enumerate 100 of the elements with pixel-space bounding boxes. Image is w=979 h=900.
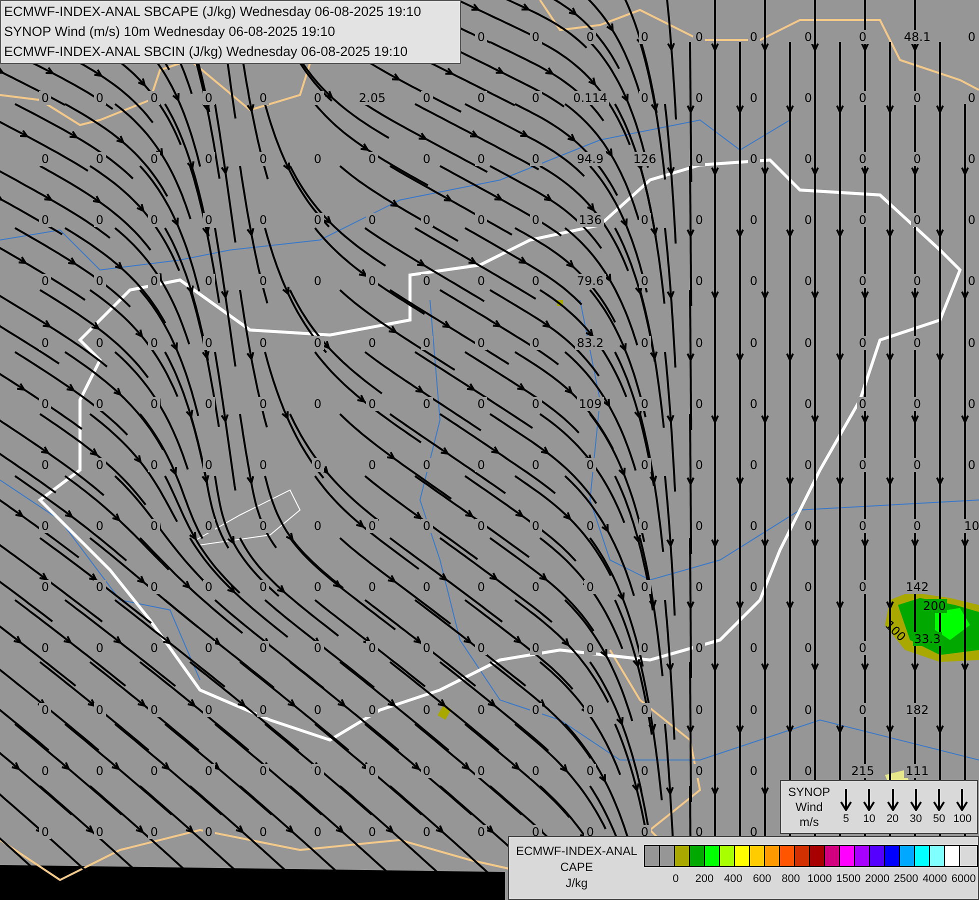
cape-value: 0 <box>94 702 106 717</box>
cape-value: 0 <box>420 519 433 534</box>
cape-value: 0 <box>530 336 542 350</box>
cape-value: 0 <box>39 825 52 840</box>
cape-value: 0 <box>584 519 596 534</box>
speed-label: 20 <box>886 812 899 826</box>
cape-value: 0 <box>856 641 869 656</box>
cape-value: 0 <box>748 336 760 350</box>
cape-value: 0 <box>856 580 869 594</box>
cape-value: 0 <box>748 90 760 105</box>
cape-value: 0 <box>202 274 215 288</box>
cape-value: 0 <box>584 458 596 472</box>
cape-value: 0 <box>638 396 651 411</box>
cape-value: 0 <box>94 764 106 778</box>
cape-value: 0 <box>420 274 433 288</box>
title-line: ECMWF-INDEX-ANAL SBCIN (J/kg) Wednesday 06-08-2025 19:10 <box>4 43 409 61</box>
cape-value: 111 <box>904 764 931 778</box>
cape-value: 0 <box>366 641 378 656</box>
cape-value: 0 <box>94 213 106 228</box>
speed-label: 10 <box>863 812 876 826</box>
cape-value: 0 <box>39 396 52 411</box>
cape-value: 0 <box>530 641 542 656</box>
cape-value: 0 <box>802 90 814 105</box>
cape-value: 109 <box>576 396 604 411</box>
cape-value: 0 <box>638 702 651 717</box>
cape-value: 0 <box>366 825 378 840</box>
cape-value: 0 <box>202 213 215 228</box>
speed-label: 5 <box>842 812 850 826</box>
cape-value: 0 <box>202 152 215 166</box>
cape-value: 0 <box>966 396 978 411</box>
cape-value: 79.6 <box>574 274 606 288</box>
cape-value: 0 <box>94 90 106 105</box>
legend-label: ECMWF-INDEX-ANAL <box>516 843 638 859</box>
cape-value: 0 <box>39 580 52 594</box>
cape-value: 0 <box>748 458 760 472</box>
cape-value: 0 <box>312 702 324 717</box>
cape-value: 0 <box>202 825 215 840</box>
cape-value: 0 <box>530 458 542 472</box>
legend-label: J/kg <box>566 875 588 891</box>
tick-label: 600 <box>752 873 772 886</box>
cape-value: 0 <box>366 396 378 411</box>
cape-value: 0 <box>366 702 378 717</box>
cape-value: 0 <box>94 396 106 411</box>
cape-value: 0 <box>856 152 869 166</box>
speed-label: 100 <box>953 812 972 826</box>
cape-value: 0 <box>475 641 488 656</box>
cape-value: 0 <box>748 764 760 778</box>
cape-value: 0 <box>584 764 596 778</box>
cape-value: 0 <box>420 702 433 717</box>
cape-value: 136 <box>576 213 604 228</box>
cape-value: 0 <box>202 764 215 778</box>
cape-value: 0 <box>693 213 706 228</box>
tick-label: 400 <box>724 873 742 886</box>
cape-value: 0 <box>39 641 52 656</box>
cape-value: 0 <box>39 458 52 472</box>
cape-value: 0 <box>584 702 596 717</box>
cape-value: 0 <box>257 519 270 534</box>
cape-value: 0 <box>148 702 160 717</box>
cape-value: 0 <box>911 152 924 166</box>
cape-value: 0 <box>420 396 433 411</box>
cape-value: 10 <box>962 519 979 534</box>
cape-value: 0 <box>475 458 488 472</box>
cape-value: 0 <box>202 90 215 105</box>
cape-value: 0 <box>856 30 869 44</box>
cape-value: 0 <box>638 90 651 105</box>
cape-value: 0 <box>366 213 378 228</box>
cape-value: 0 <box>420 336 433 350</box>
cape-value: 0 <box>966 274 978 288</box>
cape-value: 0 <box>911 396 924 411</box>
cape-value: 0 <box>638 641 651 656</box>
cape-value: 0 <box>39 519 52 534</box>
cape-value: 0 <box>638 274 651 288</box>
cape-value: 0 <box>312 152 324 166</box>
cape-value: 0 <box>748 30 760 44</box>
cape-value: 0 <box>257 213 270 228</box>
cape-value: 0 <box>257 152 270 166</box>
cape-value: 0 <box>802 764 814 778</box>
cape-value: 0 <box>693 764 706 778</box>
cape-value: 0 <box>693 152 706 166</box>
cape-value: 0 <box>638 764 651 778</box>
cape-value: 0 <box>420 825 433 840</box>
cape-value: 0 <box>693 519 706 534</box>
cape-value: 0 <box>530 764 542 778</box>
cape-value: 0 <box>257 90 270 105</box>
cape-value: 0 <box>312 580 324 594</box>
title-line: SYNOP Wind (m/s) 10m Wednesday 06-08-2025 19:10 <box>4 23 336 41</box>
cape-value: 0 <box>802 152 814 166</box>
cape-value: 0 <box>475 152 488 166</box>
cape-value: 0 <box>312 274 324 288</box>
cape-value: 0 <box>257 825 270 840</box>
cape-value: 33.3 <box>913 632 942 646</box>
cape-value: 0 <box>148 580 160 594</box>
cape-value: 0 <box>802 702 814 717</box>
cape-value: 0 <box>802 396 814 411</box>
cape-value: 0 <box>420 90 433 105</box>
cape-value: 0 <box>312 825 324 840</box>
cape-value: 0 <box>638 458 651 472</box>
legend-label: SYNOP <box>788 784 830 800</box>
cape-value: 0 <box>148 764 160 778</box>
cape-value: 0 <box>802 336 814 350</box>
